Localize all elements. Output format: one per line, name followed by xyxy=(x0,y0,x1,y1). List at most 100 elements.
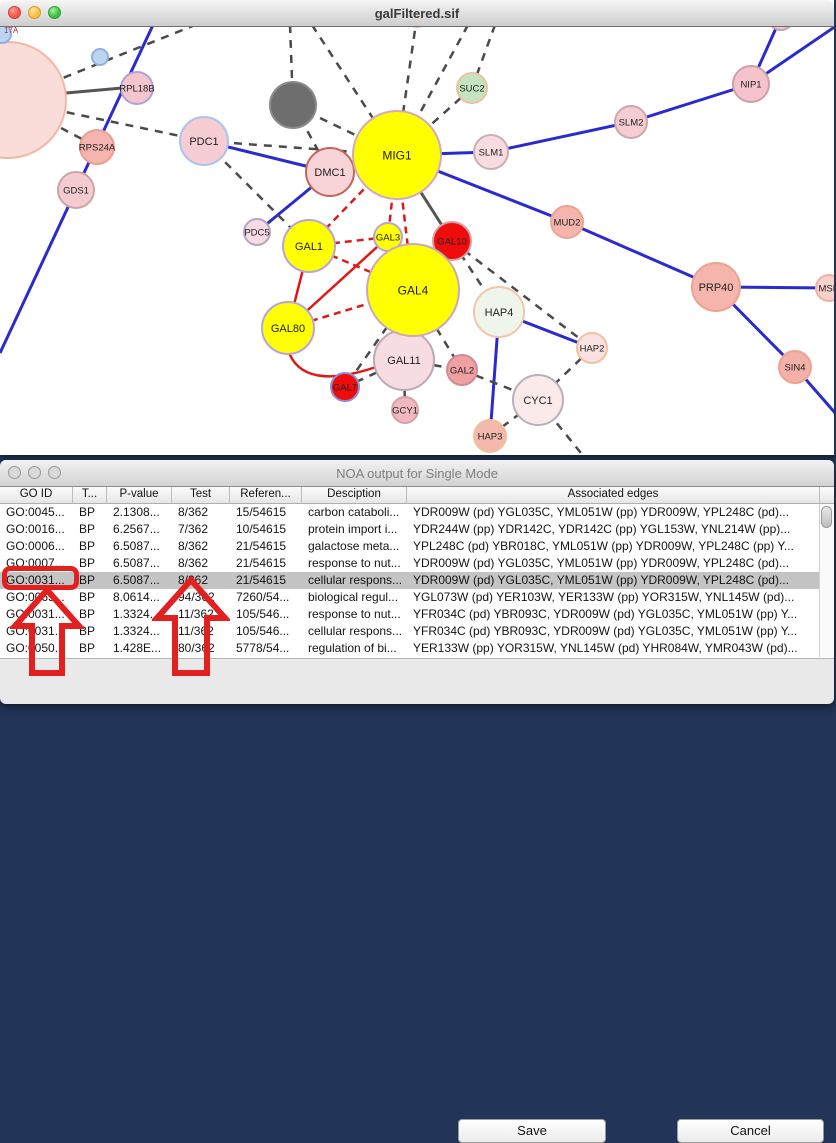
cancel-button[interactable]: Cancel xyxy=(677,1119,824,1143)
cell: YGL073W (pd) YER103W, YER133W (pp) YOR31… xyxy=(407,589,820,606)
column-header-goid[interactable]: GO ID xyxy=(0,486,73,503)
save-button[interactable]: Save xyxy=(458,1119,606,1143)
minimize-icon[interactable] xyxy=(28,6,41,19)
cell: 8/362 xyxy=(172,555,230,572)
cell: 94/362 xyxy=(172,589,230,606)
cell: 80/362 xyxy=(172,640,230,657)
cell: response to nut... xyxy=(302,555,407,572)
node-bigpink[interactable] xyxy=(0,42,66,158)
scrollbar-thumb[interactable] xyxy=(821,506,832,528)
network-canvas[interactable]: RPL18BRPS24AGDS1PDC1DMC1SUC2MIG1SLM1SLM2… xyxy=(0,26,834,455)
network-graph: RPL18BRPS24AGDS1PDC1DMC1SUC2MIG1SLM1SLM2… xyxy=(0,26,834,455)
table-row[interactable]: GO:0050...BP1.428E...80/3625778/54...reg… xyxy=(0,640,820,657)
cell: cellular respons... xyxy=(302,572,407,589)
cell: GO:0031... xyxy=(0,572,73,589)
node-label: GDS1 xyxy=(63,185,89,196)
close-icon[interactable] xyxy=(8,6,21,19)
column-header-associatededges[interactable]: Associated edges xyxy=(407,486,820,503)
zoom-icon[interactable] xyxy=(48,6,61,19)
edge-red[interactable] xyxy=(288,350,376,376)
cell: GO:0065... xyxy=(0,589,73,606)
cell: 15/54615 xyxy=(230,504,302,521)
edge-blue[interactable] xyxy=(0,190,76,353)
cell: 8.0614... xyxy=(107,589,172,606)
cell: YDR009W (pd) YGL035C, YML051W (pp) YDR00… xyxy=(407,504,820,521)
node-label: GCY1 xyxy=(392,405,418,416)
node-label: SIN4 xyxy=(784,362,805,373)
cell: 6.5087... xyxy=(107,572,172,589)
cell: galactose meta... xyxy=(302,538,407,555)
node-label: SLM1 xyxy=(479,147,504,158)
table-row[interactable]: GO:0031...BP1.3324...11/362105/546...cel… xyxy=(0,623,820,640)
table-header-row: GO IDT...P-valueTestReferen...Desciption… xyxy=(0,486,834,504)
cell: 2.1308... xyxy=(107,504,172,521)
cell: YFR034C (pd) YBR093C, YDR009W (pd) YGL03… xyxy=(407,606,820,623)
cell: protein import i... xyxy=(302,521,407,538)
column-header-referen[interactable]: Referen... xyxy=(230,486,302,503)
node-label: HAP4 xyxy=(485,307,514,319)
node-label: GAL7 xyxy=(333,382,357,393)
close-icon-inactive xyxy=(8,466,21,479)
cell: BP xyxy=(73,538,107,555)
cell: GO:0016... xyxy=(0,521,73,538)
cell: YDR009W (pd) YGL035C, YML051W (pp) YDR00… xyxy=(407,572,820,589)
column-header-desciption[interactable]: Desciption xyxy=(302,486,407,503)
cell: 1.3324... xyxy=(107,623,172,640)
network-window-titlebar[interactable]: galFiltered.sif xyxy=(0,0,834,27)
zoom-icon-inactive xyxy=(48,466,61,479)
cell: 11/362 xyxy=(172,606,230,623)
edge-gray-dash[interactable] xyxy=(452,241,592,348)
table-row[interactable]: GO:0065...BP8.0614...94/3627260/54...bio… xyxy=(0,589,820,606)
node-label: SUC2 xyxy=(459,83,484,94)
cell: cellular respons... xyxy=(302,623,407,640)
column-header-t[interactable]: T... xyxy=(73,486,107,503)
node-small-blue[interactable] xyxy=(92,49,108,65)
table-body: GO:0045...BP2.1308...8/36215/54615carbon… xyxy=(0,504,820,657)
vertical-scrollbar[interactable] xyxy=(819,504,834,657)
column-header-test[interactable]: Test xyxy=(172,486,230,503)
cell: 21/54615 xyxy=(230,538,302,555)
edge-blue[interactable] xyxy=(76,26,153,190)
cell: 6.5087... xyxy=(107,555,172,572)
node-label: HAP2 xyxy=(580,343,605,354)
node-label: GAL80 xyxy=(271,323,305,335)
cell: GO:0007... xyxy=(0,555,73,572)
cell: regulation of bi... xyxy=(302,640,407,657)
node-label: PDC5 xyxy=(244,227,269,238)
cell: BP xyxy=(73,640,107,657)
table-row-selected[interactable]: GO:0031...BP6.5087...8/36221/54615cellul… xyxy=(0,572,820,589)
node-label: RPL18B xyxy=(119,83,154,94)
table-row[interactable]: GO:0007...BP6.5087...8/36221/54615respon… xyxy=(0,555,820,572)
corner-node-label: 17A xyxy=(4,26,19,35)
cell: 6.5087... xyxy=(107,538,172,555)
table-row[interactable]: GO:0031...BP1.3324...11/362105/546...res… xyxy=(0,606,820,623)
cell: GO:0006... xyxy=(0,538,73,555)
column-header-pvalue[interactable]: P-value xyxy=(107,486,172,503)
cell: BP xyxy=(73,606,107,623)
cell: BP xyxy=(73,623,107,640)
noa-window: NOA output for Single Mode GO IDT...P-va… xyxy=(0,460,834,704)
cell: 7260/54... xyxy=(230,589,302,606)
cell: YDR009W (pd) YGL035C, YML051W (pp) YDR00… xyxy=(407,555,820,572)
table-row[interactable]: GO:0045...BP2.1308...8/36215/54615carbon… xyxy=(0,504,820,521)
node-label: GAL11 xyxy=(387,355,420,367)
cell: 8/362 xyxy=(172,538,230,555)
cell: GO:0045... xyxy=(0,504,73,521)
node-gray-node[interactable] xyxy=(270,82,316,128)
cell: 21/54615 xyxy=(230,572,302,589)
cell: 11/362 xyxy=(172,623,230,640)
edge-blue[interactable] xyxy=(491,122,631,152)
noa-results-table: GO IDT...P-valueTestReferen...Desciption… xyxy=(0,486,834,659)
cell: YER133W (pp) YOR315W, YNL145W (pd) YHR08… xyxy=(407,640,820,657)
cell: 105/546... xyxy=(230,623,302,640)
table-row[interactable]: GO:0006...BP6.5087...8/36221/54615galact… xyxy=(0,538,820,555)
cell: BP xyxy=(73,572,107,589)
cell: 5778/54... xyxy=(230,640,302,657)
node-label: GAL4 xyxy=(398,283,429,297)
noa-window-titlebar[interactable]: NOA output for Single Mode xyxy=(0,460,834,487)
node-label: GAL10 xyxy=(437,236,467,247)
cell: 6.2567... xyxy=(107,521,172,538)
network-window-title: galFiltered.sif xyxy=(0,6,834,21)
minimize-icon-inactive xyxy=(28,466,41,479)
table-row[interactable]: GO:0016...BP6.2567...7/36210/54615protei… xyxy=(0,521,820,538)
